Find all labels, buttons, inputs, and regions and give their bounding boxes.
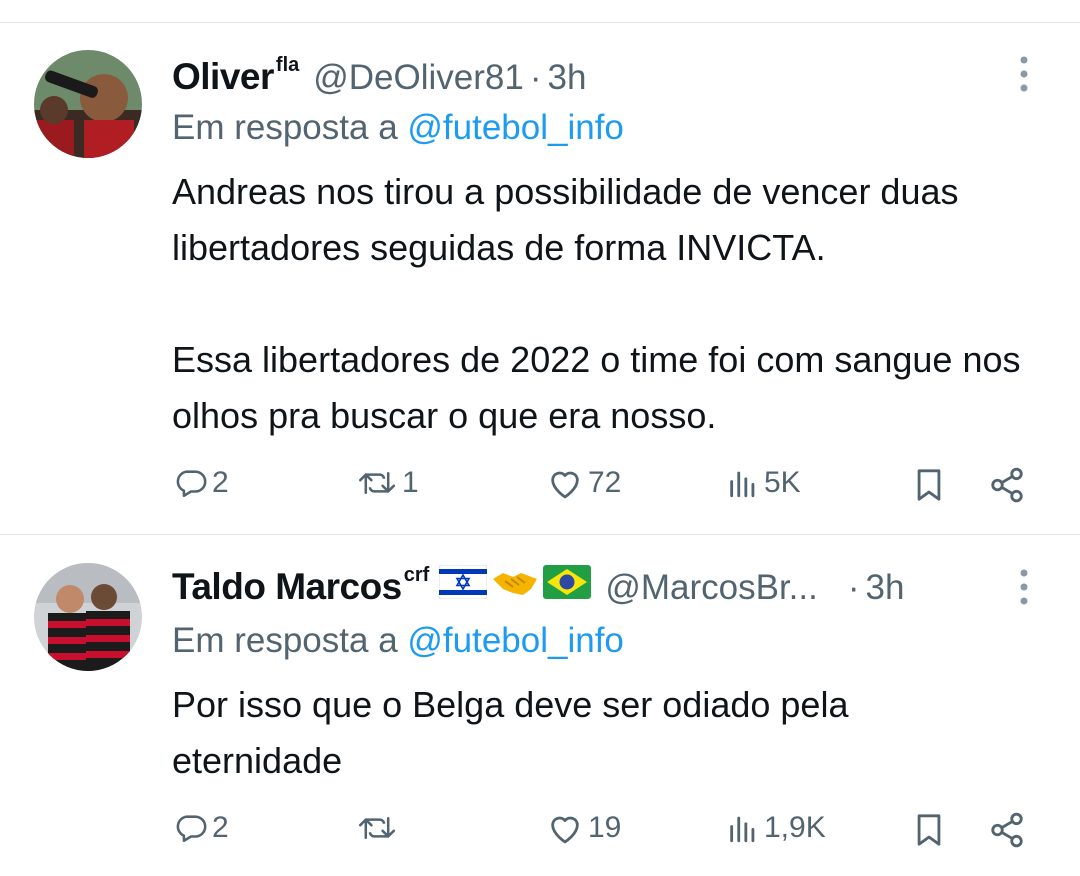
share-icon (988, 466, 1026, 504)
views-count: 1,9K (764, 811, 826, 844)
like-button[interactable]: 19 (546, 811, 621, 845)
bookmark-icon (912, 811, 946, 849)
name-superscript: fla (275, 54, 300, 76)
retweet-icon (356, 811, 398, 845)
user-handle[interactable]: @DeOliver81 (313, 58, 524, 98)
reply-context: Em resposta a @futebol_info (172, 108, 624, 148)
reply-button[interactable]: 2 (174, 466, 229, 500)
timestamp[interactable]: 3h (548, 58, 587, 98)
more-icon[interactable] (1008, 54, 1040, 94)
name-superscript: crf (403, 564, 430, 586)
share-button[interactable] (988, 811, 1026, 849)
tweet-text: Andreas nos tirou a possibilidade de ven… (172, 164, 1052, 444)
reply-prefix: Em resposta a (172, 621, 398, 660)
reply-mention-link[interactable]: @futebol_info (407, 108, 624, 147)
bookmark-icon (912, 466, 946, 504)
display-name[interactable]: Taldo Marcos (172, 566, 402, 608)
user-handle[interactable]: @MarcosBr... (605, 568, 818, 608)
tweet-2[interactable]: Taldo Marcos crf @MarcosBr... · 3h Em re… (0, 535, 1080, 876)
avatar[interactable] (34, 563, 142, 671)
share-button[interactable] (988, 466, 1026, 504)
bookmark-button[interactable] (912, 466, 946, 504)
separator: · (847, 568, 860, 607)
reply-count: 2 (212, 811, 229, 844)
tweet-actions: 2 19 1,9K (0, 811, 1080, 851)
views-icon (726, 466, 760, 500)
like-icon (546, 811, 584, 845)
tweet-header: Oliver fla @DeOliver81 · 3h (172, 54, 587, 98)
avatar[interactable] (34, 50, 142, 158)
reply-icon (174, 811, 208, 845)
reply-icon (174, 466, 208, 500)
like-count: 19 (588, 811, 622, 844)
tweet-paragraph: Essa libertadores de 2022 o time foi com… (172, 339, 1021, 436)
tweet-header: Taldo Marcos crf @MarcosBr... · 3h (172, 564, 905, 608)
more-icon[interactable] (1008, 567, 1040, 607)
tweet-1[interactable]: Oliver fla @DeOliver81 · 3h Em resposta … (0, 0, 1080, 534)
views-count: 5K (764, 466, 801, 499)
views-icon (726, 811, 760, 845)
reply-button[interactable]: 2 (174, 811, 229, 845)
brazil-flag-icon (543, 565, 592, 604)
tweet-actions: 2 1 72 5K (0, 466, 1080, 506)
handshake-icon (491, 565, 539, 604)
separator: · (529, 58, 542, 97)
retweet-count: 1 (402, 466, 419, 499)
views-button[interactable]: 1,9K (726, 811, 826, 845)
retweet-button[interactable]: 1 (356, 466, 419, 500)
retweet-button[interactable] (356, 811, 402, 845)
reply-count: 2 (212, 466, 229, 499)
tweet-paragraph: Andreas nos tirou a possibilidade de ven… (172, 171, 959, 268)
like-count: 72 (588, 466, 622, 499)
tweet-paragraph: Por isso que o Belga deve ser odiado pel… (172, 684, 849, 781)
like-button[interactable]: 72 (546, 466, 621, 500)
bookmark-button[interactable] (912, 811, 946, 849)
views-button[interactable]: 5K (726, 466, 801, 500)
display-name[interactable]: Oliver (172, 56, 274, 98)
reply-prefix: Em resposta a (172, 108, 398, 147)
share-icon (988, 811, 1026, 849)
tweet-text: Por isso que o Belga deve ser odiado pel… (172, 677, 972, 789)
like-icon (546, 466, 584, 500)
timestamp[interactable]: 3h (866, 568, 905, 608)
reply-context: Em resposta a @futebol_info (172, 621, 624, 661)
reply-mention-link[interactable]: @futebol_info (407, 621, 624, 660)
israel-flag-icon (438, 564, 488, 604)
retweet-icon (356, 466, 398, 500)
